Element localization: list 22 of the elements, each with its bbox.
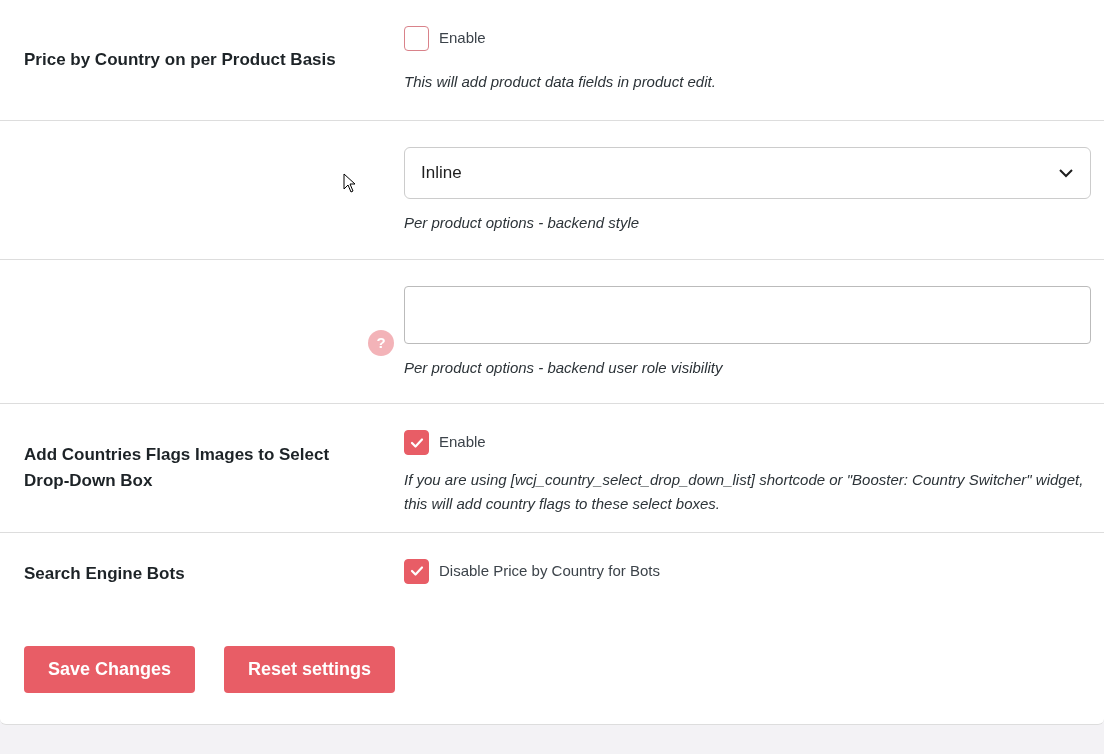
style-select[interactable]: Inline: [404, 147, 1091, 199]
action-button[interactable]: Reset settings: [224, 646, 396, 693]
checkbox-label: Disable Price by Country for Bots: [439, 560, 660, 581]
checkbox-label: Enable: [439, 28, 486, 49]
help-icon[interactable]: ?: [368, 330, 394, 356]
checkmark-icon: [409, 436, 424, 449]
setting-label: Price by Country on per Product Basis: [24, 49, 336, 72]
setting-description: This will add product data fields in product edit.: [404, 72, 717, 92]
action-button[interactable]: Save Changes: [24, 646, 196, 693]
setting-label: Search Engine Bots: [24, 562, 185, 585]
setting-description: Per product options - backend style: [404, 213, 641, 233]
mouse-cursor-icon: [343, 173, 357, 193]
setting-description: Per product options - backend user role visibility: [404, 358, 724, 378]
checkbox[interactable]: [404, 26, 429, 51]
setting-label: Add Countries Flags Images to Select Drop-Down Box: [24, 444, 331, 492]
checkbox[interactable]: [404, 558, 429, 584]
checkbox[interactable]: [404, 430, 429, 455]
checkmark-icon: [409, 565, 424, 577]
chevron-down-icon: [1058, 168, 1074, 178]
input-field[interactable]: [404, 286, 1091, 344]
setting-description: If you are using [wcj_country_select_drop_down_list] shortcode or "Booster: Country Switcher" widget, this will add country flags to these select boxes.: [404, 469, 1085, 514]
checkbox-label: Enable: [439, 432, 486, 453]
